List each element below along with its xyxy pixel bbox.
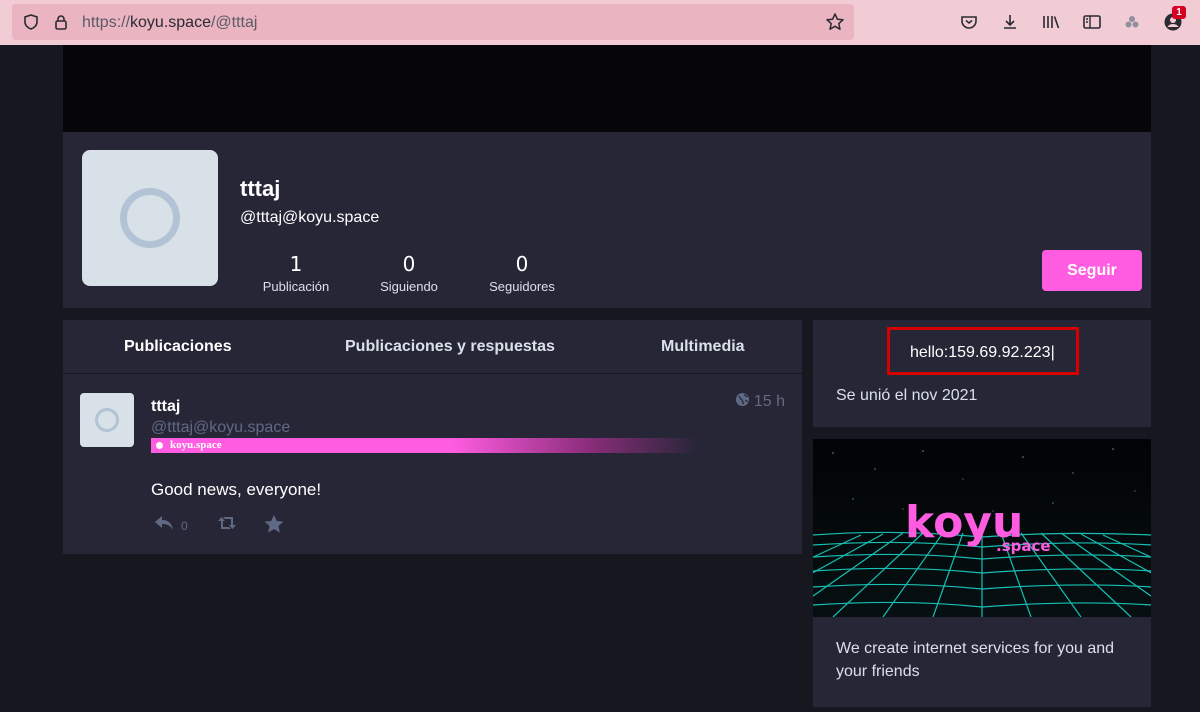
boost-button[interactable] bbox=[215, 514, 239, 537]
star-icon bbox=[263, 514, 285, 539]
profile-display-name: tttaj bbox=[240, 176, 281, 201]
reply-icon bbox=[153, 514, 175, 537]
status-card[interactable]: tttaj @tttaj@koyu.space 15 h koyu.space … bbox=[63, 374, 802, 554]
joined-date: Se unió el nov 2021 bbox=[836, 387, 978, 404]
notification-badge: 1 bbox=[1172, 6, 1186, 19]
stat-value: 1 bbox=[289, 252, 303, 276]
tab-multimedia[interactable]: Multimedia bbox=[661, 338, 745, 356]
pocket-icon[interactable] bbox=[958, 11, 980, 33]
promo-image: koyu .space bbox=[813, 439, 1151, 617]
status-avatar[interactable] bbox=[80, 393, 134, 447]
status-content: Good news, everyone! bbox=[151, 480, 322, 499]
default-avatar-icon bbox=[95, 408, 119, 432]
promo-graphic: koyu .space bbox=[813, 439, 1151, 617]
shield-icon[interactable] bbox=[20, 11, 42, 33]
account-header-bar bbox=[63, 132, 1151, 308]
download-icon[interactable] bbox=[999, 11, 1021, 33]
promo-description: We create internet services for you and … bbox=[836, 640, 1115, 680]
library-icon[interactable] bbox=[1040, 11, 1062, 33]
instance-badge-text: koyu.space bbox=[170, 439, 222, 451]
reply-button[interactable]: 0 bbox=[153, 514, 188, 537]
tab-publicaciones-respuestas[interactable]: Publicaciones y respuestas bbox=[345, 338, 555, 356]
profile-field-value: hello:159.69.92.223| bbox=[910, 344, 1055, 361]
stat-value: 0 bbox=[515, 252, 529, 276]
promo-logo-sub: .space bbox=[996, 537, 1051, 555]
status-display-name[interactable]: tttaj bbox=[151, 398, 180, 416]
globe-icon bbox=[735, 392, 750, 412]
browser-toolbar: https://koyu.space/@tttaj 1 bbox=[0, 0, 1200, 45]
status-timestamp[interactable]: 15 h bbox=[735, 392, 785, 412]
instance-badge-bar: koyu.space bbox=[151, 438, 699, 453]
sidebar-toggle-icon[interactable] bbox=[1081, 11, 1103, 33]
status-time-text: 15 h bbox=[753, 393, 785, 410]
account-fields-card: hello:159.69.92.223| Se unió el nov 2021 bbox=[813, 320, 1151, 427]
stat-posts[interactable]: 1 Publicación bbox=[241, 252, 351, 294]
instance-promo-card[interactable]: koyu .space We create internet services … bbox=[813, 439, 1151, 707]
stat-value: 0 bbox=[402, 252, 416, 276]
status-acct[interactable]: @tttaj@koyu.space bbox=[151, 419, 290, 437]
favourite-button[interactable] bbox=[263, 514, 285, 539]
lock-icon[interactable] bbox=[50, 11, 72, 33]
default-avatar-icon bbox=[120, 188, 180, 248]
stat-label: Seguidores bbox=[489, 279, 555, 294]
tab-publicaciones[interactable]: Publicaciones bbox=[124, 338, 232, 356]
profile-tabs: Publicaciones Publicaciones y respuestas… bbox=[63, 320, 802, 373]
stat-followers[interactable]: 0 Seguidores bbox=[467, 252, 577, 294]
follow-button[interactable]: Seguir bbox=[1042, 250, 1142, 291]
url-text[interactable]: https://koyu.space/@tttaj bbox=[82, 14, 257, 32]
instance-logo-icon bbox=[154, 440, 165, 451]
header-banner bbox=[63, 45, 1151, 132]
profile-avatar[interactable] bbox=[82, 150, 218, 286]
url-scheme: https:// bbox=[82, 14, 131, 31]
stat-label: Publicación bbox=[262, 279, 330, 294]
stat-following[interactable]: 0 Siguiendo bbox=[354, 252, 464, 294]
url-host: koyu.space bbox=[130, 14, 211, 31]
profile-acct: @tttaj@koyu.space bbox=[240, 209, 380, 226]
reply-count: 0 bbox=[181, 518, 188, 533]
extension-icon[interactable] bbox=[1121, 11, 1143, 33]
url-bar[interactable]: https://koyu.space/@tttaj bbox=[12, 4, 854, 40]
boost-icon bbox=[215, 514, 239, 537]
bookmark-star-icon[interactable] bbox=[824, 11, 846, 33]
stat-label: Siguiendo bbox=[380, 279, 438, 294]
url-path: /@tttaj bbox=[210, 14, 258, 31]
